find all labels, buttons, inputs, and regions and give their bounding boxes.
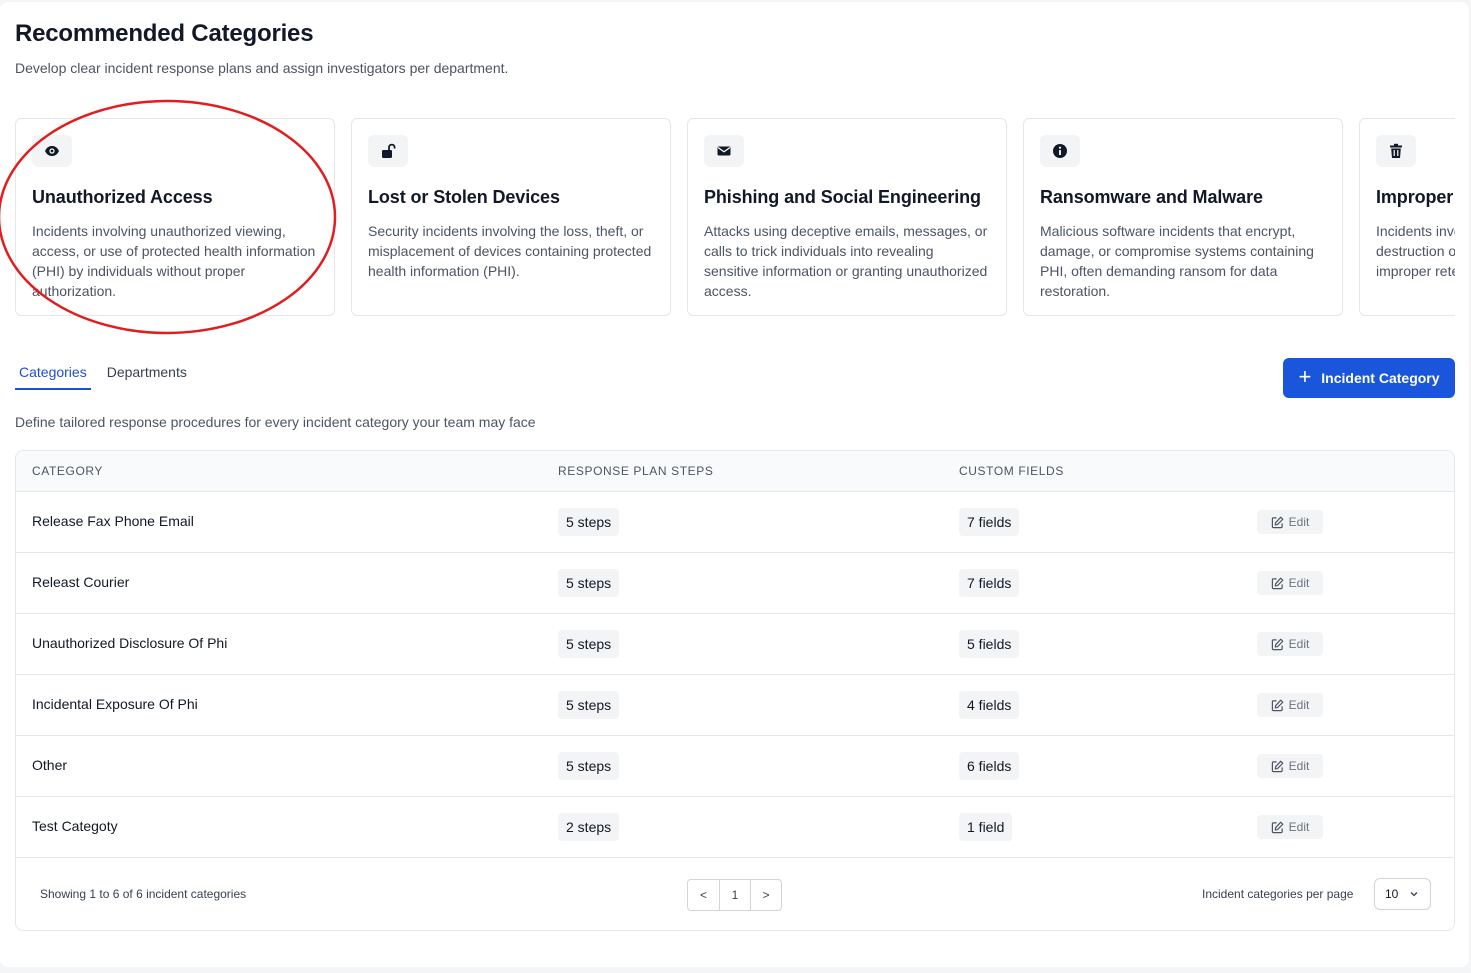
category-name: Release Fax Phone Email	[32, 513, 194, 529]
steps-badge: 2 steps	[558, 813, 620, 841]
per-page-label: Incident categories per page	[1202, 887, 1354, 901]
edit-label: Edit	[1288, 576, 1310, 590]
edit-label: Edit	[1288, 820, 1310, 834]
results-summary: Showing 1 to 6 of 6 incident categories	[40, 887, 247, 901]
edit-label: Edit	[1288, 698, 1310, 712]
edit-label: Edit	[1288, 515, 1310, 529]
steps-badge: 5 steps	[558, 508, 620, 536]
table-row: Unauthorized Disclosure Of Phi 5 steps 5…	[16, 614, 1454, 675]
edit-button[interactable]: Edit	[1257, 815, 1323, 839]
card-description: Incidents involving improper disposal or…	[1376, 223, 1455, 279]
table-row: Other 5 steps 6 fields Edit	[16, 736, 1454, 797]
section-description: Define tailored response procedures for …	[15, 414, 536, 430]
card-description: Security incidents involving the loss, t…	[368, 223, 652, 279]
pagination: < 1 >	[687, 879, 782, 911]
card-title: Lost or Stolen Devices	[368, 187, 560, 207]
envelope-icon	[704, 135, 744, 167]
card-title: Unauthorized Access	[32, 187, 213, 207]
card-description: Malicious software incidents that encryp…	[1040, 223, 1314, 299]
prev-page-button[interactable]: <	[688, 880, 719, 910]
card-title: Ransomware and Malware	[1040, 187, 1263, 207]
tab-bar: Categories Departments	[15, 358, 203, 390]
edit-button[interactable]: Edit	[1257, 754, 1323, 778]
page-subtitle: Develop clear incident response plans an…	[15, 60, 509, 76]
page-title: Recommended Categories	[15, 20, 314, 47]
edit-icon	[1271, 516, 1284, 528]
next-page-button[interactable]: >	[750, 880, 781, 910]
category-card-improper-disposal[interactable]: Improper Disposal Incidents involving im…	[1359, 118, 1455, 316]
table-row: Incidental Exposure Of Phi 5 steps 4 fie…	[16, 675, 1454, 736]
fields-badge: 7 fields	[959, 508, 1020, 536]
category-name: Other	[32, 757, 68, 773]
tab-categories[interactable]: Categories	[15, 358, 91, 390]
edit-icon	[1271, 760, 1284, 772]
plus-icon: +	[1298, 364, 1312, 389]
card-title: Phishing and Social Engineering	[704, 187, 981, 207]
fields-badge: 4 fields	[959, 691, 1020, 719]
per-page-select[interactable]: 10	[1374, 878, 1431, 910]
recommended-categories-carousel: Unauthorized Access Incidents involving …	[15, 118, 1455, 320]
category-card-phishing[interactable]: Phishing and Social Engineering Attacks …	[687, 118, 1007, 316]
edit-icon	[1271, 699, 1284, 711]
edit-button[interactable]: Edit	[1257, 510, 1323, 534]
fields-badge: 5 fields	[959, 630, 1020, 658]
add-incident-category-button[interactable]: + Incident Category	[1283, 358, 1455, 398]
page-1-button[interactable]: 1	[719, 880, 750, 910]
steps-badge: 5 steps	[558, 691, 620, 719]
card-title: Improper Disposal	[1376, 187, 1455, 207]
category-name: Unauthorized Disclosure Of Phi	[32, 635, 228, 651]
card-description: Incidents involving unauthorized viewing…	[32, 223, 316, 299]
page: Recommended Categories Develop clear inc…	[0, 2, 1469, 967]
category-name: Releast Courier	[32, 574, 130, 590]
add-button-label: Incident Category	[1321, 370, 1440, 386]
edit-icon	[1271, 638, 1284, 650]
category-name: Test Categoty	[32, 818, 118, 834]
tab-departments[interactable]: Departments	[103, 358, 191, 390]
column-header-category: CATEGORY	[32, 464, 104, 478]
category-card-ransomware[interactable]: Ransomware and Malware Malicious softwar…	[1023, 118, 1343, 316]
edit-button[interactable]: Edit	[1257, 571, 1323, 595]
table-row: Test Categoty 2 steps 1 field Edit	[16, 797, 1454, 858]
fields-badge: 7 fields	[959, 569, 1020, 597]
fields-badge: 1 field	[959, 813, 1013, 841]
table-footer: Showing 1 to 6 of 6 incident categories …	[16, 858, 1454, 930]
edit-icon	[1271, 821, 1284, 833]
card-description: Attacks using deceptive emails, messages…	[704, 223, 988, 299]
steps-badge: 5 steps	[558, 569, 620, 597]
table-header: CATEGORY RESPONSE PLAN STEPS CUSTOM FIEL…	[16, 451, 1454, 492]
unlock-icon	[368, 135, 408, 167]
edit-label: Edit	[1288, 759, 1310, 773]
fields-badge: 6 fields	[959, 752, 1020, 780]
table-row: Releast Courier 5 steps 7 fields Edit	[16, 553, 1454, 614]
edit-button[interactable]: Edit	[1257, 632, 1323, 656]
edit-label: Edit	[1288, 637, 1310, 651]
steps-badge: 5 steps	[558, 630, 620, 658]
column-header-fields: CUSTOM FIELDS	[959, 464, 1064, 478]
table-row: Release Fax Phone Email 5 steps 7 fields…	[16, 492, 1454, 553]
edit-icon	[1271, 577, 1284, 589]
chevron-down-icon	[1410, 892, 1418, 897]
trash-icon	[1376, 135, 1416, 167]
edit-button[interactable]: Edit	[1257, 693, 1323, 717]
steps-badge: 5 steps	[558, 752, 620, 780]
category-name: Incidental Exposure Of Phi	[32, 696, 198, 712]
info-icon	[1040, 135, 1080, 167]
per-page-value: 10	[1385, 887, 1399, 901]
category-card-unauthorized-access[interactable]: Unauthorized Access Incidents involving …	[15, 118, 335, 316]
eye-icon	[32, 135, 72, 167]
category-card-lost-stolen-devices[interactable]: Lost or Stolen Devices Security incident…	[351, 118, 671, 316]
column-header-steps: RESPONSE PLAN STEPS	[558, 464, 714, 478]
categories-table: CATEGORY RESPONSE PLAN STEPS CUSTOM FIEL…	[15, 450, 1455, 931]
